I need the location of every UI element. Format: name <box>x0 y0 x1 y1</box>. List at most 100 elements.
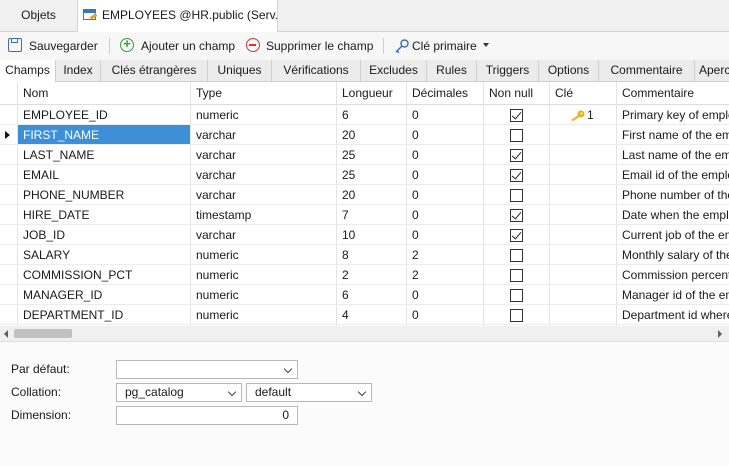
default-select[interactable] <box>116 360 298 379</box>
cell-key[interactable] <box>550 165 616 185</box>
column-header-decimals[interactable]: Décimales <box>407 82 483 105</box>
cell-decimals[interactable]: 0 <box>407 165 483 185</box>
cell-type[interactable]: numeric <box>191 285 336 305</box>
cell-decimals[interactable]: 0 <box>407 145 483 165</box>
cell-length[interactable]: 20 <box>337 125 406 145</box>
cell-comment[interactable]: Current job of the employee <box>617 225 729 245</box>
cell-decimals[interactable]: 2 <box>407 245 483 265</box>
not-null-checkbox[interactable] <box>510 149 523 162</box>
cell-decimals[interactable]: 0 <box>407 125 483 145</box>
tab-preview[interactable]: Aperc <box>695 60 729 81</box>
cell-length[interactable]: 4 <box>337 305 406 325</box>
table-row[interactable]: JOB_IDvarchar100 Current job of the emplo… <box>0 225 729 245</box>
cell-type[interactable]: varchar <box>191 125 336 145</box>
cell-decimals[interactable]: 0 <box>407 105 483 125</box>
cell-key[interactable] <box>550 185 616 205</box>
cell-key[interactable] <box>550 145 616 165</box>
tab-comment[interactable]: Commentaire <box>599 60 695 81</box>
cell-name[interactable]: DEPARTMENT_ID <box>18 305 190 325</box>
cell-type[interactable]: numeric <box>191 265 336 285</box>
tab-index[interactable]: Index <box>56 60 101 81</box>
cell-comment[interactable]: Last name of the employee. <box>617 145 729 165</box>
cell-comment[interactable]: Monthly salary of the employee <box>617 245 729 265</box>
table-row[interactable]: MANAGER_IDnumeric60 Manager id of the emp… <box>0 285 729 305</box>
cell-name[interactable]: EMPLOYEE_ID <box>18 105 190 125</box>
cell-type[interactable]: numeric <box>191 305 336 325</box>
cell-length[interactable]: 7 <box>337 205 406 225</box>
collation-schema-select[interactable]: pg_catalog <box>116 383 242 402</box>
table-row[interactable]: HIRE_DATEtimestamp70 Date when the employ… <box>0 205 729 225</box>
add-field-button[interactable]: + Ajouter un champ <box>120 32 240 60</box>
table-row[interactable]: COMMISSION_PCT numeric 2 2 Commission percen… <box>0 265 729 285</box>
cell-length[interactable]: 6 <box>337 285 406 305</box>
not-null-checkbox[interactable] <box>510 129 523 142</box>
not-null-checkbox[interactable] <box>510 269 523 282</box>
cell-key[interactable] <box>550 285 616 305</box>
not-null-checkbox[interactable] <box>510 189 523 202</box>
cell-key[interactable]: 1 <box>550 105 616 125</box>
horizontal-scrollbar[interactable] <box>0 326 729 341</box>
not-null-checkbox[interactable] <box>510 109 523 122</box>
cell-key[interactable] <box>550 125 616 145</box>
column-header-length[interactable]: Longueur <box>337 82 406 105</box>
cell-decimals[interactable]: 0 <box>407 205 483 225</box>
tab-options[interactable]: Options <box>539 60 599 81</box>
cell-decimals[interactable]: 0 <box>407 185 483 205</box>
cell-name[interactable]: PHONE_NUMBER <box>18 185 190 205</box>
cell-key[interactable] <box>550 265 616 285</box>
column-header-not-null[interactable]: Non null <box>484 82 549 105</box>
cell-comment[interactable]: First name of the employee. <box>617 125 729 145</box>
tab-rules[interactable]: Rules <box>427 60 477 81</box>
cell-comment[interactable]: Primary key of employees table. <box>617 105 729 125</box>
table-row[interactable]: FIRST_NAME varchar 20 0 First name of the em… <box>0 125 729 145</box>
scroll-right-icon[interactable] <box>718 330 722 338</box>
cell-decimals[interactable]: 0 <box>407 285 483 305</box>
cell-length[interactable]: 25 <box>337 145 406 165</box>
not-null-checkbox[interactable] <box>510 289 523 302</box>
not-null-checkbox[interactable] <box>510 229 523 242</box>
cell-decimals[interactable]: 0 <box>407 305 483 325</box>
cell-type[interactable]: timestamp <box>191 205 336 225</box>
cell-key[interactable] <box>550 305 616 325</box>
cell-comment[interactable]: Phone number of the employee <box>617 185 729 205</box>
not-null-checkbox[interactable] <box>510 309 523 322</box>
cell-length[interactable]: 2 <box>337 265 406 285</box>
collation-name-select[interactable]: default <box>246 383 372 402</box>
not-null-checkbox[interactable] <box>510 169 523 182</box>
cell-comment[interactable]: Date when the employee started <box>617 205 729 225</box>
tab-excludes[interactable]: Excludes <box>361 60 427 81</box>
scrollbar-thumb[interactable] <box>14 329 72 338</box>
cell-decimals[interactable]: 2 <box>407 265 483 285</box>
tab-uniques[interactable]: Uniques <box>208 60 272 81</box>
column-header-comment[interactable]: Commentaire <box>617 82 729 105</box>
scroll-left-icon[interactable] <box>4 330 8 338</box>
cell-length[interactable]: 8 <box>337 245 406 265</box>
dimension-input[interactable]: 0 <box>116 406 298 425</box>
cell-length[interactable]: 20 <box>337 185 406 205</box>
primary-key-button[interactable]: Clé primaire <box>394 32 494 60</box>
tab-triggers[interactable]: Triggers <box>477 60 539 81</box>
cell-type[interactable]: numeric <box>191 105 336 125</box>
save-button[interactable]: Sauvegarder <box>8 32 100 60</box>
cell-decimals[interactable]: 0 <box>407 225 483 245</box>
cell-comment[interactable]: Commission percentage of the employee <box>617 265 729 285</box>
tab-foreign-keys[interactable]: Clés étrangères <box>101 60 208 81</box>
table-row[interactable]: DEPARTMENT_ID numeric 4 0 Department id wher… <box>0 305 729 325</box>
cell-name[interactable]: COMMISSION_PCT <box>18 265 190 285</box>
cell-name[interactable]: SALARY <box>18 245 190 265</box>
column-header-key[interactable]: Clé <box>550 82 616 105</box>
tab-champs[interactable]: Champs <box>0 60 56 82</box>
cell-name[interactable]: HIRE_DATE <box>18 205 190 225</box>
cell-type[interactable]: varchar <box>191 165 336 185</box>
cell-name[interactable]: JOB_ID <box>18 225 190 245</box>
cell-type[interactable]: varchar <box>191 145 336 165</box>
cell-comment[interactable]: Manager id of the employee <box>617 285 729 305</box>
not-null-checkbox[interactable] <box>510 249 523 262</box>
cell-length[interactable]: 25 <box>337 165 406 185</box>
table-row[interactable]: EMPLOYEE_IDnumeric60 Primary key of emplo… <box>0 105 729 125</box>
cell-type[interactable]: varchar <box>191 185 336 205</box>
cell-name[interactable]: LAST_NAME <box>18 145 190 165</box>
tab-checks[interactable]: Vérifications <box>272 60 361 81</box>
cell-key[interactable] <box>550 245 616 265</box>
table-row[interactable]: LAST_NAMEvarchar250 Last name of the empl… <box>0 145 729 165</box>
